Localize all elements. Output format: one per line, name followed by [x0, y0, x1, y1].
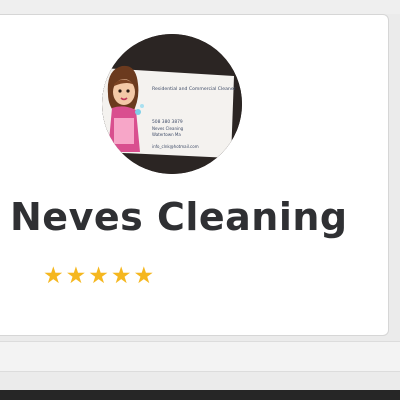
business-card-photo: Residential and Commercial Cleaner 508 3…	[102, 34, 242, 174]
star-icon: ★	[110, 263, 132, 289]
star-rating: ★ ★ ★ ★ ★	[43, 263, 154, 289]
page: Residential and Commercial Cleaner 508 3…	[0, 0, 400, 400]
star-icon: ★	[65, 263, 87, 289]
business-name: Neves Cleaning	[10, 195, 348, 239]
star-icon: ★	[88, 263, 109, 289]
card-email: info_clnk@hotmail.com	[152, 144, 199, 149]
business-photo[interactable]: Residential and Commercial Cleaner 508 3…	[102, 34, 242, 174]
business-card[interactable]: Residential and Commercial Cleaner 508 3…	[0, 14, 389, 336]
star-icon: ★	[133, 263, 155, 289]
top-strip	[0, 0, 400, 14]
card-location: Watertown Ma	[152, 132, 181, 137]
next-card-preview[interactable]	[0, 341, 400, 372]
card-headline: Residential and Commercial Cleaner	[152, 86, 236, 92]
card-phone: 508 380 3879	[152, 119, 183, 125]
star-icon: ★	[43, 263, 64, 289]
card-company: Neves Cleaning	[152, 126, 184, 131]
bottom-bar	[0, 390, 400, 400]
